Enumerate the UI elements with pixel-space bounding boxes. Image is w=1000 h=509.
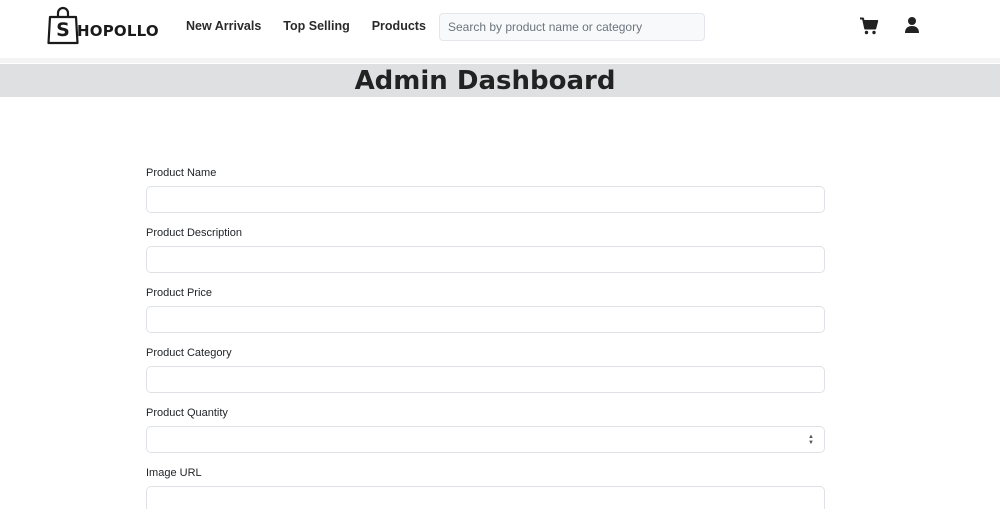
product-name-input[interactable] bbox=[146, 186, 825, 213]
product-price-label: Product Price bbox=[146, 287, 213, 299]
search-input[interactable] bbox=[439, 13, 705, 41]
nav-link-products[interactable]: Products bbox=[372, 19, 426, 33]
brand-logo[interactable]: S HOPOLLO bbox=[47, 5, 159, 45]
product-quantity-input[interactable]: ▲ ▼ bbox=[146, 426, 825, 453]
product-description-input[interactable] bbox=[146, 246, 825, 273]
product-category-label: Product Category bbox=[146, 347, 232, 359]
product-description-field: Product Description bbox=[146, 226, 825, 286]
product-name-field: Product Name bbox=[146, 166, 825, 226]
image-url-input[interactable] bbox=[146, 486, 825, 509]
product-form: Product Name Product Description Product… bbox=[146, 166, 825, 509]
navbar-divider bbox=[0, 58, 1000, 63]
product-description-label: Product Description bbox=[146, 227, 242, 239]
shopping-bag-icon: S bbox=[47, 5, 79, 45]
product-category-field: Product Category bbox=[146, 346, 825, 406]
image-url-field: Image URL bbox=[146, 466, 825, 509]
product-quantity-field: Product Quantity ▲ ▼ bbox=[146, 406, 825, 466]
product-name-label: Product Name bbox=[146, 167, 217, 179]
logo-letter: S bbox=[56, 19, 70, 41]
product-price-field: Product Price bbox=[146, 286, 825, 346]
nav-links: New Arrivals Top Selling Products bbox=[186, 19, 448, 33]
product-quantity-label: Product Quantity bbox=[146, 407, 228, 419]
page-title: Admin Dashboard bbox=[354, 66, 616, 96]
user-icon[interactable] bbox=[903, 16, 923, 36]
product-category-input[interactable] bbox=[146, 366, 825, 393]
product-price-input[interactable] bbox=[146, 306, 825, 333]
nav-link-top-selling[interactable]: Top Selling bbox=[283, 19, 349, 33]
cart-icon[interactable] bbox=[859, 16, 879, 36]
number-spinner-icon[interactable]: ▲ ▼ bbox=[808, 434, 814, 446]
logo-wordmark: HOPOLLO bbox=[77, 22, 159, 40]
image-url-label: Image URL bbox=[146, 467, 202, 479]
nav-link-new-arrivals[interactable]: New Arrivals bbox=[186, 19, 261, 33]
